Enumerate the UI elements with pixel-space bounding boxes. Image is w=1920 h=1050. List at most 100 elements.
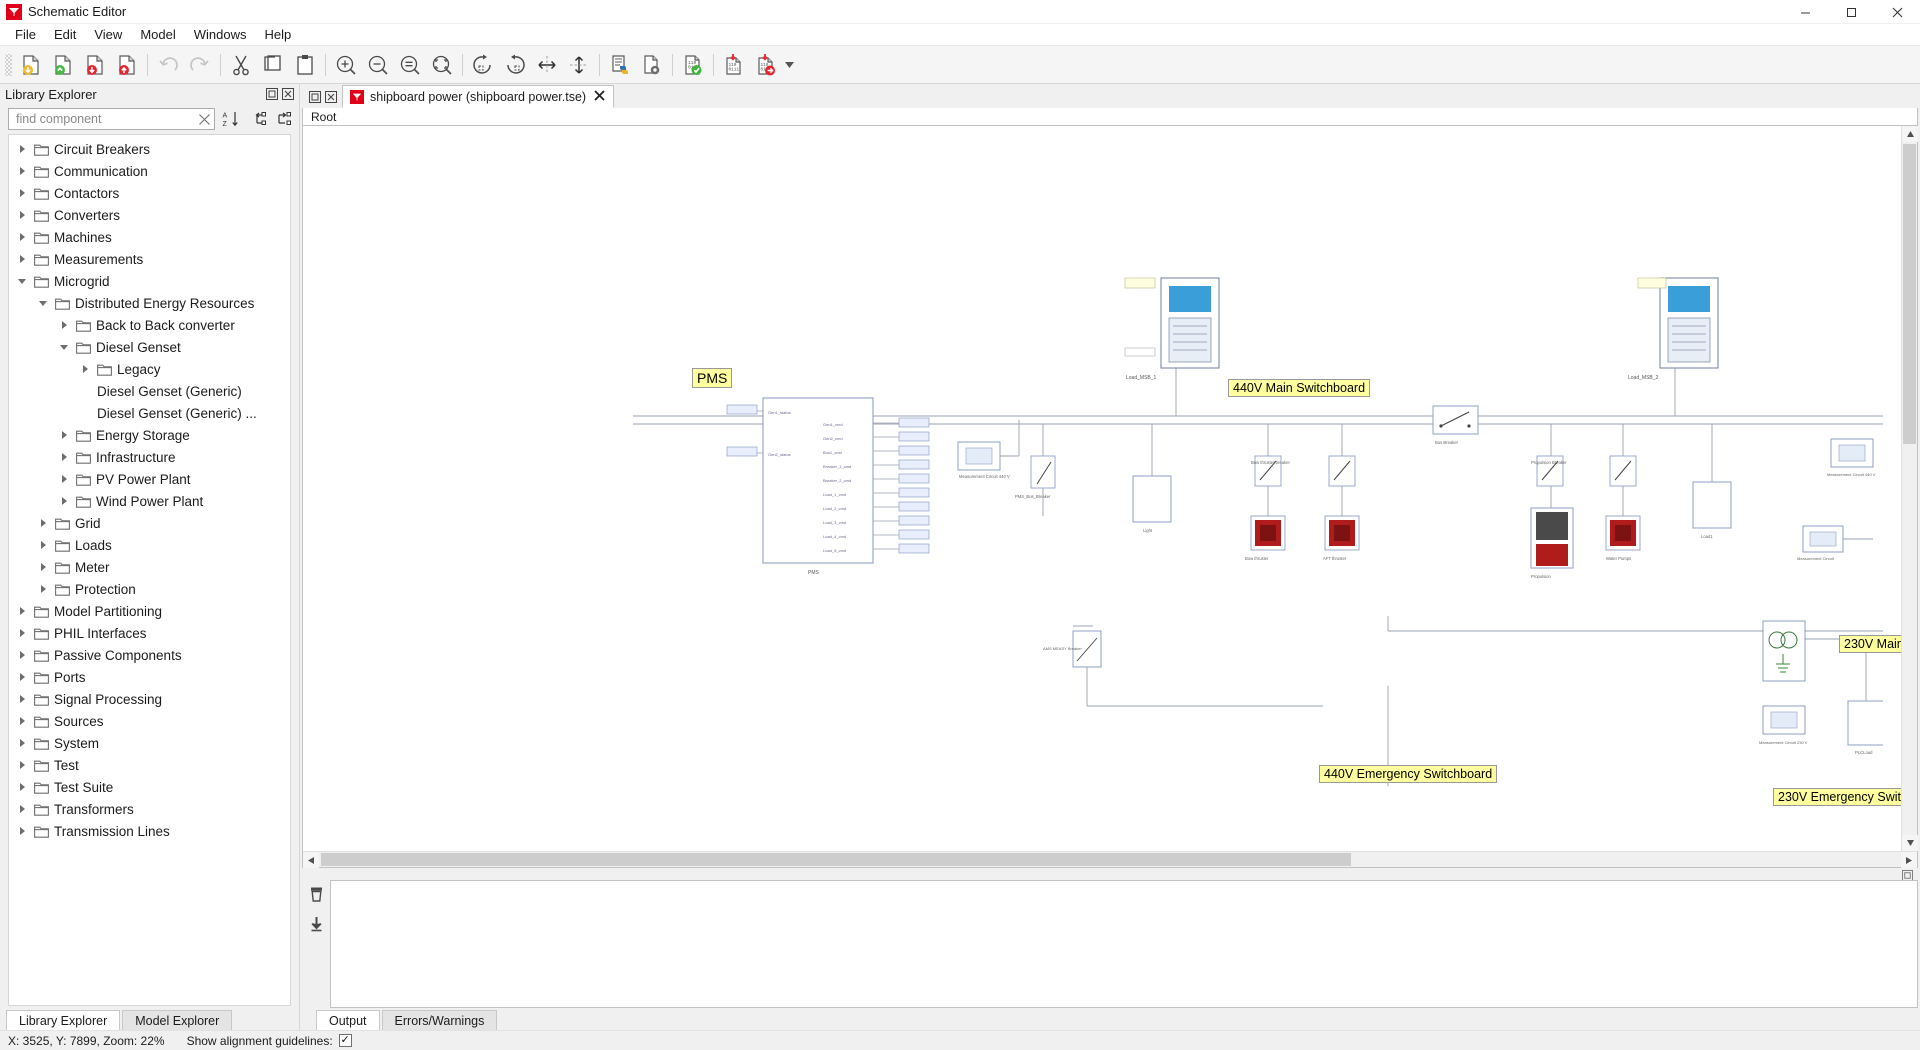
float-panel-icon[interactable] bbox=[265, 87, 279, 101]
menu-file[interactable]: File bbox=[6, 25, 45, 44]
chevron-right-icon[interactable] bbox=[55, 431, 73, 439]
chevron-right-icon[interactable] bbox=[13, 629, 31, 637]
menu-view[interactable]: View bbox=[85, 25, 131, 44]
scroll-down-button[interactable] bbox=[1902, 835, 1918, 851]
save-model-button[interactable] bbox=[80, 50, 110, 80]
chevron-down-icon[interactable] bbox=[13, 279, 31, 284]
annotation-230v-emergency-switchboard[interactable]: 230V Emergency Switchboard bbox=[1773, 788, 1901, 806]
close-panel-icon[interactable] bbox=[281, 87, 295, 101]
annotation-440v-main-switchboard[interactable]: 440V Main Switchboard bbox=[1228, 379, 1370, 397]
search-input-wrapper[interactable] bbox=[8, 108, 215, 130]
search-input[interactable] bbox=[14, 111, 196, 127]
chevron-down-icon[interactable] bbox=[34, 301, 52, 306]
flip-vertical-button[interactable] bbox=[564, 50, 594, 80]
scroll-up-button[interactable] bbox=[1902, 126, 1918, 142]
chevron-right-icon[interactable] bbox=[34, 519, 52, 527]
alignment-guidelines-checkbox[interactable]: ✓ bbox=[339, 1034, 352, 1047]
chevron-right-icon[interactable] bbox=[13, 673, 31, 681]
cut-button[interactable] bbox=[226, 50, 256, 80]
open-model-button[interactable] bbox=[48, 50, 78, 80]
tree-item[interactable]: Transformers bbox=[9, 798, 290, 820]
tree-item[interactable]: Distributed Energy Resources bbox=[9, 292, 290, 314]
annotation-440v-emergency-switchboard[interactable]: 440V Emergency Switchboard bbox=[1319, 765, 1497, 783]
chevron-right-icon[interactable] bbox=[55, 475, 73, 483]
tree-item[interactable]: Infrastructure bbox=[9, 446, 290, 468]
python-script-button[interactable] bbox=[605, 50, 635, 80]
library-tree[interactable]: Circuit BreakersCommunicationContactorsC… bbox=[8, 134, 291, 1006]
tree-item[interactable]: Energy Storage bbox=[9, 424, 290, 446]
chevron-right-icon[interactable] bbox=[34, 585, 52, 593]
close-editor-icon[interactable] bbox=[324, 90, 338, 104]
tree-item[interactable]: Model Partitioning bbox=[9, 600, 290, 622]
tree-item[interactable]: System bbox=[9, 732, 290, 754]
tab-library-explorer[interactable]: Library Explorer bbox=[6, 1010, 120, 1030]
redo-button[interactable] bbox=[185, 50, 215, 80]
tree-item[interactable]: Diesel Genset (Generic) ... bbox=[9, 402, 290, 424]
tree-item[interactable]: Sources bbox=[9, 710, 290, 732]
tree-item[interactable]: Test Suite bbox=[9, 776, 290, 798]
zoom-in-button[interactable] bbox=[331, 50, 361, 80]
chevron-right-icon[interactable] bbox=[13, 607, 31, 615]
tree-item[interactable]: Diesel Genset bbox=[9, 336, 290, 358]
rotate-ccw-button[interactable] bbox=[500, 50, 530, 80]
menu-model[interactable]: Model bbox=[131, 25, 184, 44]
tree-item[interactable]: Diesel Genset (Generic) bbox=[9, 380, 290, 402]
close-button[interactable] bbox=[1874, 0, 1920, 24]
toolbar-grip[interactable] bbox=[5, 54, 12, 76]
tab-errors-warnings[interactable]: Errors/Warnings bbox=[382, 1010, 498, 1030]
hscroll-thumb[interactable] bbox=[321, 853, 1351, 866]
tree-item[interactable]: Contactors bbox=[9, 182, 290, 204]
output-text-area[interactable] bbox=[330, 880, 1918, 1008]
canvas-horizontal-scrollbar[interactable] bbox=[303, 851, 1917, 867]
chevron-right-icon[interactable] bbox=[13, 805, 31, 813]
vscroll-track[interactable] bbox=[1902, 142, 1917, 835]
maximize-button[interactable] bbox=[1828, 0, 1874, 24]
chevron-right-icon[interactable] bbox=[55, 321, 73, 329]
chevron-right-icon[interactable] bbox=[13, 167, 31, 175]
chevron-right-icon[interactable] bbox=[76, 365, 94, 373]
chevron-right-icon[interactable] bbox=[13, 255, 31, 263]
tree-item[interactable]: Legacy bbox=[9, 358, 290, 380]
tree-item[interactable]: PHIL Interfaces bbox=[9, 622, 290, 644]
zoom-reset-button[interactable] bbox=[395, 50, 425, 80]
chevron-right-icon[interactable] bbox=[13, 761, 31, 769]
expand-tree-button[interactable] bbox=[273, 109, 293, 129]
tree-item[interactable]: Measurements bbox=[9, 248, 290, 270]
chevron-right-icon[interactable] bbox=[13, 739, 31, 747]
tree-item[interactable]: Signal Processing bbox=[9, 688, 290, 710]
chevron-right-icon[interactable] bbox=[13, 145, 31, 153]
chevron-right-icon[interactable] bbox=[55, 453, 73, 461]
flip-horizontal-button[interactable] bbox=[532, 50, 562, 80]
chevron-right-icon[interactable] bbox=[34, 541, 52, 549]
vscroll-thumb[interactable] bbox=[1903, 144, 1916, 444]
clear-output-button[interactable] bbox=[308, 886, 325, 906]
editor-tab-shipboard-power[interactable]: shipboard power (shipboard power.tse) bbox=[342, 85, 614, 108]
collapse-tree-button[interactable] bbox=[247, 109, 267, 129]
menu-help[interactable]: Help bbox=[255, 25, 300, 44]
chevron-right-icon[interactable] bbox=[13, 211, 31, 219]
tree-item[interactable]: Grid bbox=[9, 512, 290, 534]
scroll-left-button[interactable] bbox=[303, 852, 319, 868]
chevron-right-icon[interactable] bbox=[13, 717, 31, 725]
tree-item[interactable]: Passive Components bbox=[9, 644, 290, 666]
run-simulation-button[interactable]: 110 01 bbox=[751, 50, 781, 80]
chevron-right-icon[interactable] bbox=[13, 827, 31, 835]
chevron-right-icon[interactable] bbox=[13, 233, 31, 241]
tree-item[interactable]: Microgrid bbox=[9, 270, 290, 292]
chevron-right-icon[interactable] bbox=[34, 563, 52, 571]
tab-model-explorer[interactable]: Model Explorer bbox=[122, 1010, 232, 1030]
tree-item[interactable]: Circuit Breakers bbox=[9, 138, 290, 160]
menu-windows[interactable]: Windows bbox=[185, 25, 256, 44]
chevron-right-icon[interactable] bbox=[13, 783, 31, 791]
zoom-fit-button[interactable] bbox=[427, 50, 457, 80]
chevron-right-icon[interactable] bbox=[55, 497, 73, 505]
tree-item[interactable]: Ports bbox=[9, 666, 290, 688]
tree-item[interactable]: Back to Back converter bbox=[9, 314, 290, 336]
save-as-model-button[interactable] bbox=[112, 50, 142, 80]
run-dropdown-arrow-icon[interactable] bbox=[782, 50, 796, 80]
tree-item[interactable]: Converters bbox=[9, 204, 290, 226]
canvas-vertical-scrollbar[interactable] bbox=[1901, 126, 1917, 851]
rotate-cw-button[interactable] bbox=[468, 50, 498, 80]
breadcrumb-root[interactable]: Root bbox=[311, 110, 336, 124]
hscroll-track[interactable] bbox=[319, 852, 1901, 867]
